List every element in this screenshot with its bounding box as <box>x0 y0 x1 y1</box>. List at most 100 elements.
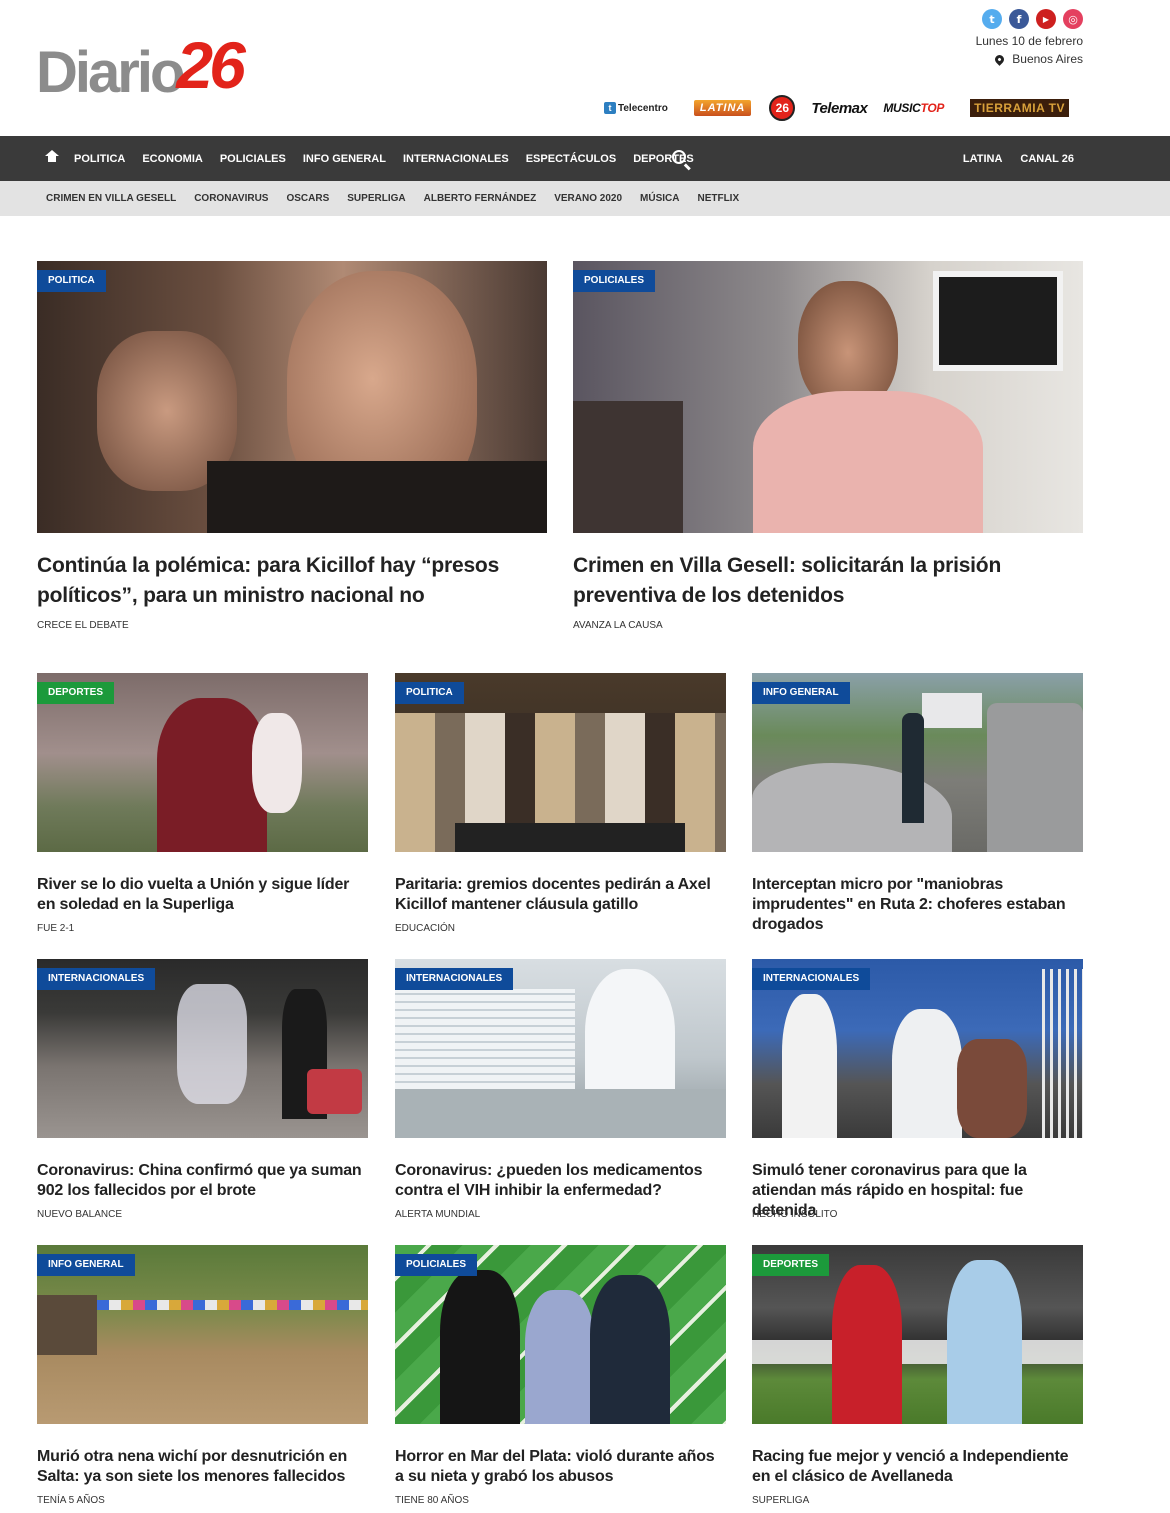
article-card[interactable]: INFO GENERAL Interceptan micro por "mani… <box>752 673 1083 943</box>
article-kicker: SUPERLIGA <box>752 1495 810 1506</box>
twitter-icon[interactable]: t <box>982 9 1002 29</box>
article-headline[interactable]: Paritaria: gremios docentes pedirán a Ax… <box>395 875 726 915</box>
category-badge[interactable]: POLICIALES <box>573 270 656 292</box>
nav-item-canal-26[interactable]: CANAL 26 <box>1020 153 1074 165</box>
channel-musictop-a: MUSIC <box>883 101 921 115</box>
channel-logos: t Telecentro LATINA 26 Telemax MUSIC TOP … <box>604 94 1069 122</box>
channel-telemax[interactable]: Telemax <box>811 100 867 117</box>
nav-item-espectaculos[interactable]: ESPECTÁCULOS <box>526 153 616 165</box>
image-fence-shape <box>1042 969 1083 1138</box>
image-player-shape <box>157 698 267 852</box>
channel-telecentro-label: Telecentro <box>618 102 668 114</box>
location-pin-icon <box>993 52 1007 66</box>
location: Buenos Aires <box>993 52 1083 66</box>
image-person-left-shape <box>440 1270 520 1424</box>
youtube-icon[interactable]: ▶ <box>1036 9 1056 29</box>
category-badge[interactable]: POLITICA <box>37 270 106 292</box>
article-image[interactable]: INTERNACIONALES <box>395 959 726 1138</box>
image-bus-shape <box>922 693 982 728</box>
article-image[interactable]: DEPORTES <box>37 673 368 852</box>
article-card[interactable]: DEPORTES River se lo dio vuelta a Unión … <box>37 673 368 943</box>
article-image[interactable]: INFO GENERAL <box>37 1245 368 1424</box>
site-logo[interactable]: Diario 26 <box>36 30 246 102</box>
article-headline[interactable]: Continúa la polémica: para Kicillof hay … <box>37 551 537 611</box>
image-trays-shape <box>395 989 575 1089</box>
article-headline[interactable]: River se lo dio vuelta a Unión y sigue l… <box>37 875 368 915</box>
image-officer-shape <box>590 1275 670 1424</box>
article-card[interactable]: POLITICA Paritaria: gremios docentes ped… <box>395 673 726 943</box>
article-headline[interactable]: Racing fue mejor y venció a Independient… <box>752 1447 1083 1487</box>
trending-item[interactable]: CRIMEN EN VILLA GESELL <box>46 193 176 204</box>
article-headline[interactable]: Coronavirus: China confirmó que ya suman… <box>37 1161 368 1201</box>
category-badge[interactable]: DEPORTES <box>37 682 115 704</box>
nav-item-latina[interactable]: LATINA <box>963 153 1003 165</box>
article-image[interactable]: POLICIALES <box>395 1245 726 1424</box>
category-badge[interactable]: INFO GENERAL <box>37 1254 135 1276</box>
article-image[interactable]: INTERNACIONALES <box>752 959 1083 1138</box>
article-headline[interactable]: Murió otra nena wichí por desnutrición e… <box>37 1447 368 1487</box>
article-kicker: CRECE EL DEBATE <box>37 620 129 631</box>
article-image[interactable]: INFO GENERAL <box>752 673 1083 852</box>
nav-item-policiales[interactable]: POLICIALES <box>220 153 286 165</box>
article-image[interactable]: POLITICA <box>395 673 726 852</box>
image-nurse-shape <box>892 1009 962 1138</box>
trending-item[interactable]: OSCARS <box>286 193 329 204</box>
nav-item-internacionales[interactable]: INTERNACIONALES <box>403 153 509 165</box>
category-badge[interactable]: DEPORTES <box>752 1254 830 1276</box>
image-suv-shape <box>987 703 1083 852</box>
trending-item[interactable]: NETFLIX <box>697 193 739 204</box>
category-badge[interactable]: INFO GENERAL <box>752 682 850 704</box>
article-card[interactable]: POLICIALES Crimen en Villa Gesell: solic… <box>573 261 1083 641</box>
article-headline[interactable]: Coronavirus: ¿pueden los medicamentos co… <box>395 1161 726 1201</box>
trending-item[interactable]: SUPERLIGA <box>347 193 405 204</box>
category-badge[interactable]: INTERNACIONALES <box>395 968 514 990</box>
channel-26[interactable]: 26 <box>769 95 796 121</box>
main-nav-right: LATINA CANAL 26 <box>963 136 1074 181</box>
article-image[interactable]: DEPORTES <box>752 1245 1083 1424</box>
category-badge[interactable]: POLITICA <box>395 682 464 704</box>
article-card[interactable]: DEPORTES Racing fue mejor y venció a Ind… <box>752 1245 1083 1510</box>
nav-item-politica[interactable]: POLITICA <box>74 153 125 165</box>
trending-item[interactable]: MÚSICA <box>640 193 679 204</box>
category-badge[interactable]: INTERNACIONALES <box>37 968 156 990</box>
article-image[interactable]: POLITICA <box>37 261 547 533</box>
trending-item[interactable]: ALBERTO FERNÁNDEZ <box>424 193 537 204</box>
nav-item-economia[interactable]: ECONOMIA <box>142 153 203 165</box>
instagram-icon[interactable]: ◎ <box>1063 9 1083 29</box>
article-headline[interactable]: Horror en Mar del Plata: violó durante a… <box>395 1447 726 1487</box>
category-badge[interactable]: POLICIALES <box>395 1254 478 1276</box>
article-card[interactable]: POLITICA Continúa la polémica: para Kici… <box>37 261 547 641</box>
image-plastic-shape <box>177 984 247 1104</box>
channel-musictop[interactable]: MUSIC TOP <box>883 101 944 115</box>
image-doctor-shape <box>782 994 837 1138</box>
image-suitcase-shape <box>307 1069 362 1114</box>
image-bench-shape <box>395 1089 726 1138</box>
channel-musictop-b: TOP <box>920 101 945 115</box>
article-kicker: TENÍA 5 AÑOS <box>37 1495 105 1506</box>
article-card[interactable]: INTERNACIONALES Coronavirus: China confi… <box>37 959 368 1229</box>
trending-item[interactable]: CORONAVIRUS <box>194 193 268 204</box>
article-card[interactable]: INTERNACIONALES Simuló tener coronavirus… <box>752 959 1083 1229</box>
article-card[interactable]: INFO GENERAL Murió otra nena wichí por d… <box>37 1245 368 1510</box>
article-kicker: TIENE 80 AÑOS <box>395 1495 469 1506</box>
article-kicker: HECHO INSÓLITO <box>752 1209 838 1220</box>
channel-latina[interactable]: LATINA <box>693 100 752 116</box>
article-image[interactable]: INTERNACIONALES <box>37 959 368 1138</box>
channel-telecentro[interactable]: t Telecentro <box>604 102 668 114</box>
home-icon[interactable] <box>45 150 59 163</box>
nav-item-info-general[interactable]: INFO GENERAL <box>303 153 386 165</box>
category-badge[interactable]: INTERNACIONALES <box>752 968 871 990</box>
search-icon[interactable] <box>672 150 686 164</box>
article-kicker: EDUCACIÓN <box>395 923 456 934</box>
article-headline[interactable]: Interceptan micro por "maniobras imprude… <box>752 875 1083 935</box>
channel-tierramia[interactable]: TIERRAMIA TV <box>970 99 1069 117</box>
article-card[interactable]: POLICIALES Horror en Mar del Plata: viol… <box>395 1245 726 1510</box>
article-kicker: NUEVO BALANCE <box>37 1209 123 1220</box>
article-card[interactable]: INTERNACIONALES Coronavirus: ¿pueden los… <box>395 959 726 1229</box>
article-headline[interactable]: Crimen en Villa Gesell: solicitarán la p… <box>573 551 1073 611</box>
image-worker-shape <box>585 969 675 1109</box>
article-image[interactable]: POLICIALES <box>573 261 1083 533</box>
main-nav: POLITICA ECONOMIA POLICIALES INFO GENERA… <box>0 136 1170 181</box>
trending-item[interactable]: VERANO 2020 <box>554 193 622 204</box>
facebook-icon[interactable]: f <box>1009 9 1029 29</box>
